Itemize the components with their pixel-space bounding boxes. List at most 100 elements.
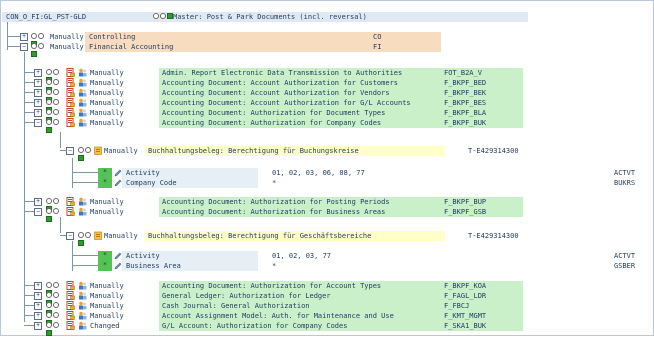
user-auth-icon[interactable] [78,118,87,127]
document-icon[interactable] [66,291,75,300]
object-label[interactable]: Accounting Document: Account Authorizati… [162,78,398,88]
object-label[interactable]: Accounting Document: Account Authorizati… [162,98,411,108]
field-name[interactable]: Activity [126,168,160,178]
expand-node-icon[interactable]: + [34,79,42,87]
document-icon[interactable] [66,98,75,107]
field-value[interactable]: * [272,261,276,271]
document-icon[interactable] [66,321,75,330]
expand-node-icon[interactable]: + [34,198,42,206]
field-status-box: * [98,178,112,188]
object-label[interactable]: Accounting Document: Account Authorizati… [162,88,390,98]
auth-label[interactable]: Buchhaltungsbeleg: Berechtigung für Buch… [148,146,359,156]
object-label[interactable]: Accounting Document: Authorization for D… [162,108,385,118]
collapse-node-icon[interactable]: − [66,147,74,155]
expand-node-icon[interactable]: + [34,109,42,117]
object-label[interactable]: Accounting Document: Authorization for C… [162,118,381,128]
document-icon[interactable] [66,88,75,97]
object-code: F_BKPF_BUK [444,119,487,127]
collapse-node-icon[interactable]: − [34,119,42,127]
user-auth-icon[interactable] [78,281,87,290]
node-code: FI [373,43,382,51]
user-auth-icon[interactable] [78,301,87,310]
expand-node-icon[interactable]: + [20,33,28,41]
expand-node-icon[interactable]: + [34,69,42,77]
object-status-text: Manually [90,208,124,216]
object-status-text: Manually [90,292,124,300]
document-icon[interactable] [66,108,75,117]
user-auth-icon[interactable] [78,197,87,206]
object-label[interactable]: General Ledger: Authorization for Ledger [162,291,331,301]
traffic-light-status-icon [46,208,62,222]
node-label[interactable]: Financial Accounting [89,42,173,52]
object-status-text: Manually [90,282,124,290]
object-label[interactable]: Accounting Document: Authorization for A… [162,281,381,291]
tree-connector-line [24,315,34,316]
pencil-edit-icon[interactable] [114,169,122,177]
field-value[interactable]: 01, 02, 03, 06, 08, 77 [272,168,365,178]
expand-node-icon[interactable]: + [34,282,42,290]
root-title: Master: Post & Park Documents (incl. rev… [173,13,367,21]
field-name[interactable]: Business Area [126,261,181,271]
expand-node-icon[interactable]: + [34,89,42,97]
field-tech-name: BUKRS [614,179,636,187]
expand-node-icon[interactable]: + [34,302,42,310]
object-status-text: Manually [90,99,124,107]
root-id: CON_O_FI:GL_PST-GLD [6,13,87,21]
expand-node-icon[interactable]: + [34,99,42,107]
user-auth-icon[interactable] [78,207,87,216]
document-icon[interactable] [66,197,75,206]
document-icon[interactable] [66,301,75,310]
object-label[interactable]: Accounting Document: Authorization for B… [162,207,385,217]
object-label[interactable]: Account Assignment Model: Auth. for Main… [162,311,394,321]
traffic-light-status-icon [46,302,62,316]
pencil-edit-icon[interactable] [114,179,122,187]
maintain-icon[interactable] [94,146,103,155]
maintain-icon[interactable] [94,231,103,240]
node-label-bar[interactable] [85,32,441,42]
collapse-node-icon[interactable]: − [66,232,74,240]
field-name[interactable]: Company Code [126,178,177,188]
user-auth-icon[interactable] [78,291,87,300]
document-icon[interactable] [66,68,75,77]
field-status-box: * [98,251,112,261]
document-icon[interactable] [66,118,75,127]
object-label[interactable]: Admin. Report Electronic Data Transmissi… [162,68,402,78]
user-auth-icon[interactable] [78,108,87,117]
document-icon[interactable] [66,78,75,87]
tree-connector-line [24,211,34,212]
user-auth-icon[interactable] [78,98,87,107]
expand-node-icon[interactable]: + [34,292,42,300]
node-status-text: Manually [50,33,84,41]
traffic-light-status-icon [46,79,62,93]
traffic-light-status-icon [153,13,173,20]
field-name[interactable]: Activity [126,251,160,261]
user-auth-icon[interactable] [78,311,87,320]
auth-label[interactable]: Buchhaltungsbeleg: Berechtigung für Gesc… [148,231,371,241]
user-auth-icon[interactable] [78,88,87,97]
field-value[interactable]: * [272,178,276,188]
object-label[interactable]: G/L Account: Authorization for Company C… [162,321,347,331]
document-icon[interactable] [66,207,75,216]
pencil-edit-icon[interactable] [114,262,122,270]
traffic-light-status-icon [46,69,62,83]
object-status-text: Manually [90,119,124,127]
object-label[interactable]: Cash Journal: General Authorization [162,301,310,311]
expand-node-icon[interactable]: + [34,322,42,330]
object-label[interactable]: Accounting Document: Authorization for P… [162,197,390,207]
user-auth-icon[interactable] [78,321,87,330]
node-label[interactable]: Controlling [89,32,135,42]
collapse-node-icon[interactable]: − [34,208,42,216]
field-value[interactable]: 01, 02, 03, 77 [272,251,331,261]
user-auth-icon[interactable] [78,68,87,77]
expand-node-icon[interactable]: + [34,312,42,320]
traffic-light-status-icon [78,147,94,161]
document-icon[interactable] [66,281,75,290]
object-code: F_BKPF_BED [444,79,487,87]
document-icon[interactable] [66,311,75,320]
pencil-edit-icon[interactable] [114,252,122,260]
collapse-node-icon[interactable]: − [20,43,28,51]
traffic-light-status-icon [46,282,62,296]
root-row[interactable]: CON_O_FI:GL_PST-GLD Master: Post & Park … [2,12,528,22]
user-auth-icon[interactable] [78,78,87,87]
traffic-light-status-icon [46,322,62,336]
